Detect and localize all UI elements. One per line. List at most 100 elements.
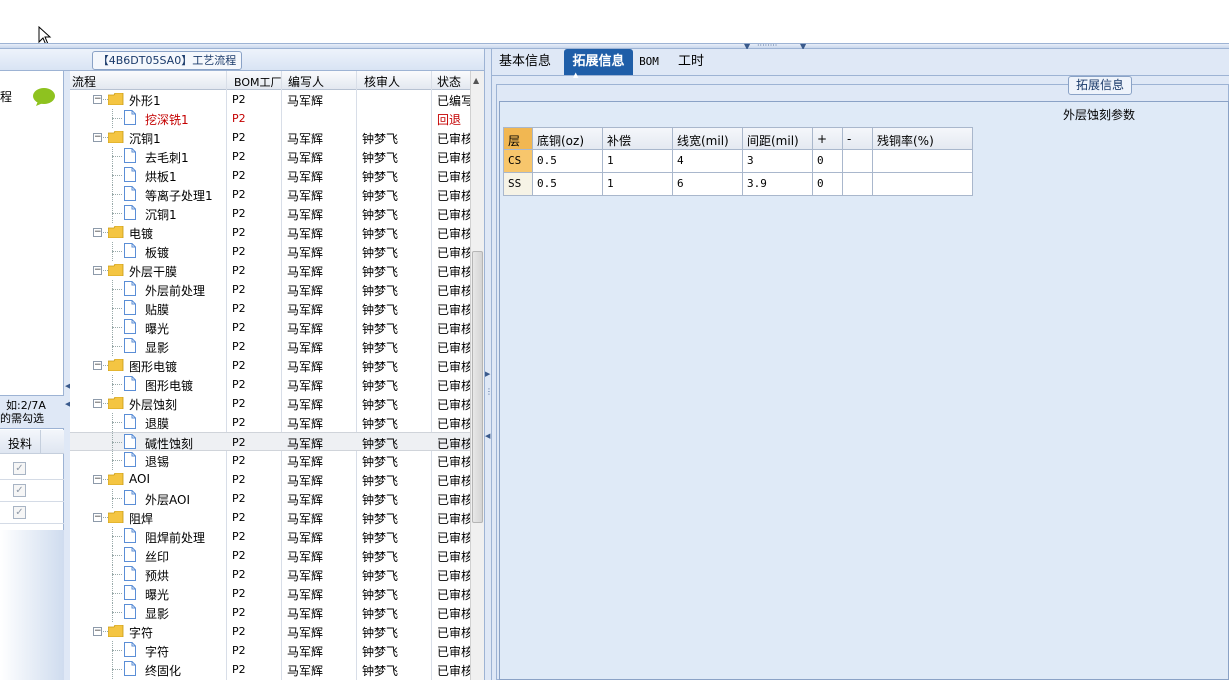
collapse-toggle-icon[interactable]: − [93, 228, 102, 237]
params-cell[interactable]: 1 [603, 173, 673, 196]
tree-step-row[interactable]: 曝光 P2 马军辉 钟梦飞 已审核 [70, 584, 470, 603]
reviewer: 钟梦飞 [362, 550, 399, 564]
feed-checkbox[interactable]: ✓ [13, 506, 26, 519]
params-header-cell[interactable]: - [843, 127, 873, 150]
bom-factory: P2 [232, 207, 246, 220]
tree-step-row[interactable]: 沉铜1 P2 马军辉 钟梦飞 已审核 [70, 204, 470, 223]
tree-group-row[interactable]: − 字符 P2 马军辉 钟梦飞 已审核 [70, 622, 470, 641]
collapse-toggle-icon[interactable]: − [93, 627, 102, 636]
tree-step-row[interactable]: 退膜 P2 马军辉 钟梦飞 已审核 [70, 413, 470, 432]
params-cell[interactable]: 0 [813, 150, 843, 173]
collapse-toggle-icon[interactable]: − [93, 513, 102, 522]
feed-row: ✓ [0, 480, 64, 502]
collapse-toggle-icon[interactable]: − [93, 361, 102, 370]
collapse-toggle-icon[interactable]: − [93, 133, 102, 142]
tree-step-row[interactable]: 挖深铣1 P2 回退 [70, 109, 470, 128]
collapse-toggle-icon[interactable]: − [93, 475, 102, 484]
tree-step-row[interactable]: 预烘 P2 马军辉 钟梦飞 已审核 [70, 565, 470, 584]
tree-step-row[interactable]: 外层前处理 P2 马军辉 钟梦飞 已审核 [70, 280, 470, 299]
tree-group-row[interactable]: − 外形1 P2 马军辉 已编写 [70, 90, 470, 109]
status: 已审核 [437, 493, 470, 507]
status: 已审核 [437, 341, 470, 355]
bom-factory: P2 [232, 93, 246, 106]
scrollbar-thumb[interactable] [472, 251, 483, 523]
bom-factory: P2 [232, 188, 246, 201]
tree-step-row[interactable]: 曝光 P2 马军辉 钟梦飞 已审核 [70, 318, 470, 337]
params-header-cell[interactable]: 间距(mil) [743, 127, 813, 150]
tree-step-row[interactable]: 字符 P2 马军辉 钟梦飞 已审核 [70, 641, 470, 660]
status: 已审核 [437, 588, 470, 602]
bom-factory: P2 [232, 530, 246, 543]
params-cell[interactable] [873, 150, 973, 173]
tree-group-row[interactable]: − 沉铜1 P2 马军辉 钟梦飞 已审核 [70, 128, 470, 147]
tree-step-row[interactable]: 图形电镀 P2 马军辉 钟梦飞 已审核 [70, 375, 470, 394]
reviewer: 钟梦飞 [362, 398, 399, 412]
tree-step-row[interactable]: 碱性蚀刻 P2 马军辉 钟梦飞 已审核 [70, 432, 470, 452]
header-reviewer[interactable]: 核审人 [364, 73, 400, 90]
writer: 马军辉 [287, 303, 324, 317]
params-header-cell[interactable]: + [813, 127, 843, 150]
params-header-cell[interactable]: 层 [503, 127, 533, 150]
vertical-splitter-right[interactable]: ▶ ⋮ ◀ [484, 49, 493, 680]
tree-group-row[interactable]: − 外层蚀刻 P2 马军辉 钟梦飞 已审核 [70, 394, 470, 413]
tree-step-row[interactable]: 贴膜 P2 马军辉 钟梦飞 已审核 [70, 299, 470, 318]
params-header-cell[interactable]: 线宽(mil) [673, 127, 743, 150]
params-cell[interactable]: SS [503, 173, 533, 196]
step-name: 去毛刺1 [145, 151, 189, 165]
tree-group-row[interactable]: − AOI P2 马军辉 钟梦飞 已审核 [70, 470, 470, 489]
params-cell[interactable]: 3 [743, 150, 813, 173]
collapse-toggle-icon[interactable]: − [93, 266, 102, 275]
tree-step-row[interactable]: 退锡 P2 马军辉 钟梦飞 已审核 [70, 451, 470, 470]
tree-step-row[interactable]: 显影 P2 马军辉 钟梦飞 已审核 [70, 337, 470, 356]
header-flow[interactable]: 流程 [72, 73, 96, 90]
tree-step-row[interactable]: 烘板1 P2 马军辉 钟梦飞 已审核 [70, 166, 470, 185]
tree-step-row[interactable]: 显影 P2 马军辉 钟梦飞 已审核 [70, 603, 470, 622]
tree-group-row[interactable]: − 阻焊 P2 马军辉 钟梦飞 已审核 [70, 508, 470, 527]
params-cell[interactable]: CS [503, 150, 533, 173]
params-cell[interactable]: 3.9 [743, 173, 813, 196]
status: 已审核 [437, 569, 470, 583]
tab-basic-info[interactable]: 基本信息 [494, 49, 556, 75]
feed-checkbox[interactable]: ✓ [13, 484, 26, 497]
tree-step-row[interactable]: 外层AOI P2 马军辉 钟梦飞 已审核 [70, 489, 470, 508]
params-cell[interactable]: 0.5 [533, 150, 603, 173]
writer: 马军辉 [287, 398, 324, 412]
tree-group-row[interactable]: − 电镀 P2 马军辉 钟梦飞 已审核 [70, 223, 470, 242]
params-cell[interactable] [873, 173, 973, 196]
scroll-up-arrow-icon[interactable]: ▲ [473, 76, 479, 85]
bom-factory: P2 [232, 454, 246, 467]
header-status[interactable]: 状态 [437, 73, 461, 90]
params-cell[interactable]: 0.5 [533, 173, 603, 196]
tree-step-row[interactable]: 丝印 P2 马军辉 钟梦飞 已审核 [70, 546, 470, 565]
params-header-cell[interactable]: 补偿 [603, 127, 673, 150]
header-bom[interactable]: BOM工厂 [234, 74, 282, 90]
tree-step-row[interactable]: 等离子处理1 P2 马军辉 钟梦飞 已审核 [70, 185, 470, 204]
params-row[interactable]: CS 0.5 1 4 3 0 [503, 150, 973, 173]
params-header-cell[interactable]: 残铜率(%) [873, 127, 973, 150]
params-header-cell[interactable]: 底铜(oz) [533, 127, 603, 150]
tree-group-row[interactable]: − 外层干膜 P2 马军辉 钟梦飞 已审核 [70, 261, 470, 280]
params-row[interactable]: SS 0.5 1 6 3.9 0 [503, 173, 973, 196]
params-cell[interactable]: 0 [813, 173, 843, 196]
collapse-toggle-icon[interactable]: − [93, 95, 102, 104]
tab-bom[interactable]: BOM [636, 49, 662, 75]
collapse-toggle-icon[interactable]: − [93, 399, 102, 408]
status: 已审核 [437, 322, 470, 336]
tree-step-row[interactable]: 终固化 P2 马军辉 钟梦飞 已审核 [70, 660, 470, 679]
detail-tab-bar: 基本信息 拓展信息 BOM 工时 ▲ [492, 49, 1229, 79]
params-cell[interactable] [843, 173, 873, 196]
tree-step-row[interactable]: 阻焊前处理 P2 马军辉 钟梦飞 已审核 [70, 527, 470, 546]
params-cell[interactable] [843, 150, 873, 173]
feed-checkbox[interactable]: ✓ [13, 462, 26, 475]
reviewer: 钟梦飞 [362, 151, 399, 165]
header-writer[interactable]: 编写人 [288, 73, 324, 90]
comment-bubble-icon[interactable] [32, 87, 56, 107]
params-cell[interactable]: 4 [673, 150, 743, 173]
params-cell[interactable]: 1 [603, 150, 673, 173]
tree-step-row[interactable]: 去毛刺1 P2 马军辉 钟梦飞 已审核 [70, 147, 470, 166]
tab-work-hours[interactable]: 工时 [674, 49, 708, 75]
tree-step-row[interactable]: 板镀 P2 马军辉 钟梦飞 已审核 [70, 242, 470, 261]
grid-vertical-scrollbar[interactable]: ▲ [470, 71, 484, 680]
params-cell[interactable]: 6 [673, 173, 743, 196]
tree-group-row[interactable]: − 图形电镀 P2 马军辉 钟梦飞 已审核 [70, 356, 470, 375]
